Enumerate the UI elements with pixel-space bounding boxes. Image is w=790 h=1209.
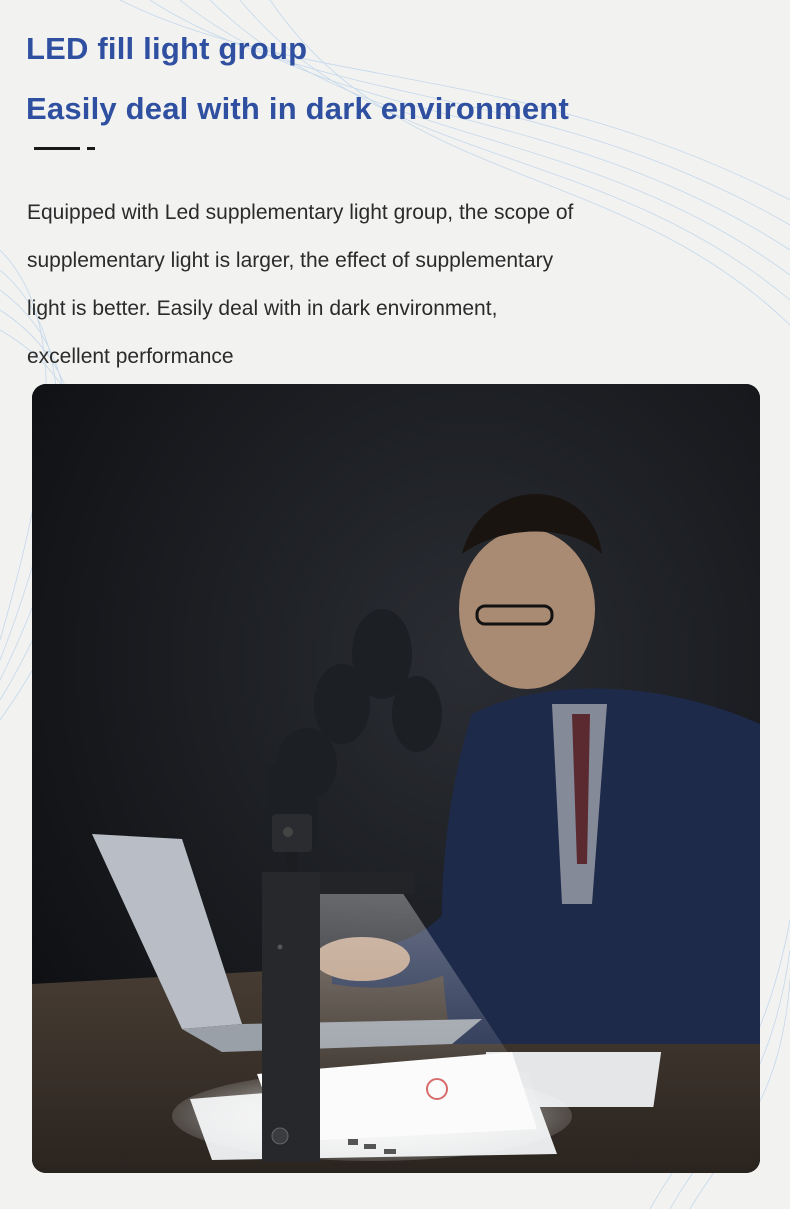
product-photo [32, 384, 760, 1173]
description-text: Equipped with Led supplementary light gr… [27, 189, 667, 381]
scanner-port [384, 1149, 396, 1154]
title-divider-short [87, 147, 95, 150]
scanner-knob [271, 1127, 289, 1145]
scanner-arm-pillar [262, 872, 320, 1162]
description-line: Equipped with Led supplementary light gr… [27, 201, 574, 224]
description-line: light is better. Easily deal with in dar… [27, 297, 498, 320]
page-subtitle: Easily deal with in dark environment [26, 91, 569, 126]
title-divider-long [34, 147, 80, 150]
description-line: excellent performance [27, 345, 234, 368]
description-line: supplementary light is larger, the effec… [27, 249, 554, 272]
scanner-port [348, 1139, 358, 1145]
scanner-port [364, 1144, 376, 1149]
page-title: LED fill light group [26, 31, 308, 66]
